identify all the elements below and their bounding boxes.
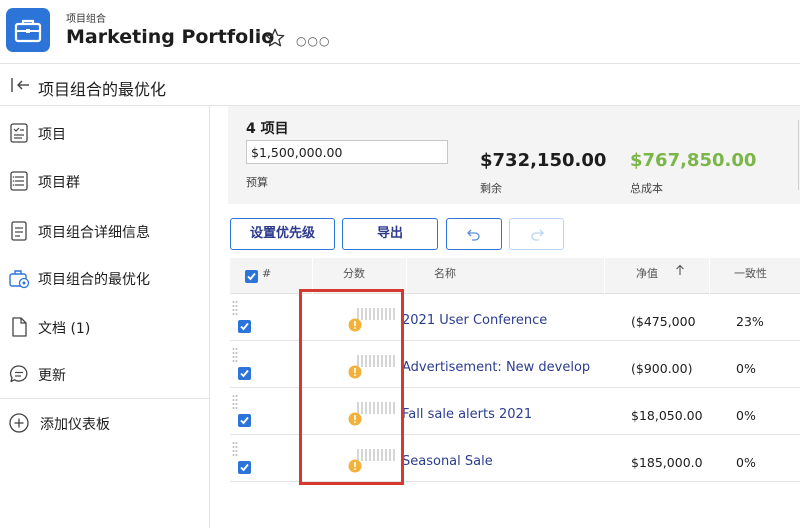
sidebar-item-programs[interactable]: 项目群 <box>0 160 209 200</box>
header-kicker: 项目组合 <box>66 14 106 25</box>
app-header: 项目组合 Marketing Portfolio ○○○ <box>0 0 800 64</box>
net-value-cell: $185,000.0 <box>631 455 703 470</box>
alignment-cell: 0% <box>736 408 756 423</box>
undo-button[interactable] <box>446 218 502 250</box>
prioritize-button[interactable]: 设置优先级 <box>230 218 335 250</box>
score-column-highlight <box>299 289 404 485</box>
project-name-link[interactable]: Seasonal Sale <box>402 454 590 469</box>
sidebar-item-label: 项目 <box>38 127 66 143</box>
row-checkbox[interactable] <box>238 461 251 474</box>
redo-button[interactable] <box>509 218 564 250</box>
net-value-cell: ($475,000 <box>631 314 696 329</box>
drag-handle-icon[interactable] <box>232 347 238 365</box>
alignment-cell: 0% <box>736 455 756 470</box>
sidebar-item-updates[interactable]: 更新 <box>0 353 209 393</box>
collapse-panel-icon[interactable] <box>10 76 32 98</box>
summary-divider <box>798 120 799 190</box>
column-header-alignment[interactable]: 一致性 <box>734 258 767 294</box>
project-icon <box>10 123 28 143</box>
sidebar-item-optimizer[interactable]: 项目组合的最优化 <box>0 257 209 297</box>
sidebar-item-documents[interactable]: 文档 (1) <box>0 306 209 346</box>
sidebar-item-label: 项目组合的最优化 <box>38 272 150 288</box>
net-value-cell: ($900.00) <box>631 361 693 376</box>
undo-icon <box>467 229 480 241</box>
section-title: 项目组合的最优化 <box>38 80 167 99</box>
column-header-name[interactable]: 名称 <box>434 258 456 294</box>
remaining-value: $732,150.00 <box>480 150 607 171</box>
briefcase-icon <box>6 8 50 52</box>
star-icon[interactable] <box>264 27 286 53</box>
column-header-net-value[interactable]: 净值 <box>636 258 658 294</box>
more-icon[interactable]: ○○○ <box>296 34 330 48</box>
page-title: Marketing Portfolio <box>66 26 275 48</box>
document-icon <box>12 317 27 337</box>
column-divider <box>709 258 710 294</box>
page-subheader: 项目组合的最优化 <box>0 64 800 106</box>
remaining-label: 剩余 <box>480 182 502 195</box>
add-dashboard-button[interactable]: 添加仪表板 <box>0 402 209 442</box>
row-checkbox[interactable] <box>238 367 251 380</box>
alignment-cell: 23% <box>736 314 764 329</box>
export-button[interactable]: 导出 <box>342 218 438 250</box>
optimizer-icon <box>9 270 30 289</box>
project-name-link[interactable]: Fall sale alerts 2021 <box>402 407 590 422</box>
main-content: 4 项目 预算 $732,150.00 剩余 $767,850.00 总成本 设… <box>212 106 800 528</box>
redo-icon <box>530 229 544 241</box>
budget-summary: 4 项目 预算 $732,150.00 剩余 $767,850.00 总成本 <box>228 106 800 204</box>
total-cost-value: $767,850.00 <box>630 150 757 171</box>
budget-input[interactable] <box>246 140 448 164</box>
sidebar-item-label: 项目群 <box>38 175 80 191</box>
row-checkbox[interactable] <box>238 320 251 333</box>
project-name-link[interactable]: 2021 User Conference <box>402 313 590 328</box>
column-divider <box>406 258 407 294</box>
net-value-cell: $18,050.00 <box>631 408 703 423</box>
column-header-hash: # <box>262 267 272 280</box>
sidebar: 项目 项目群 项目组合详细信息 项目组合的最优化 文档 (1) 更新 添加仪表板 <box>0 106 210 528</box>
add-dashboard-label: 添加仪表板 <box>40 417 110 433</box>
plus-circle-icon <box>9 413 29 433</box>
drag-handle-icon[interactable] <box>232 394 238 412</box>
sidebar-item-projects[interactable]: 项目 <box>0 112 209 152</box>
updates-icon <box>9 365 28 383</box>
budget-label: 预算 <box>246 176 268 189</box>
drag-handle-icon[interactable] <box>232 441 238 459</box>
project-count: 4 项目 <box>246 121 289 137</box>
alignment-cell: 0% <box>736 361 756 376</box>
sort-ascending-icon[interactable] <box>675 257 685 293</box>
total-cost-label: 总成本 <box>630 182 663 195</box>
project-name-link[interactable]: Advertisement: New developm <box>402 360 590 375</box>
select-all-checkbox[interactable] <box>245 270 258 283</box>
sidebar-item-label: 项目组合详细信息 <box>38 225 150 241</box>
sidebar-item-details[interactable]: 项目组合详细信息 <box>0 210 209 250</box>
sidebar-item-label: 更新 <box>38 368 66 384</box>
column-divider <box>604 258 605 294</box>
row-checkbox[interactable] <box>238 414 251 427</box>
sidebar-item-label: 文档 (1) <box>38 321 91 337</box>
sidebar-divider <box>0 398 209 399</box>
details-icon <box>11 221 27 241</box>
drag-handle-icon[interactable] <box>232 300 238 318</box>
program-icon <box>10 171 28 191</box>
